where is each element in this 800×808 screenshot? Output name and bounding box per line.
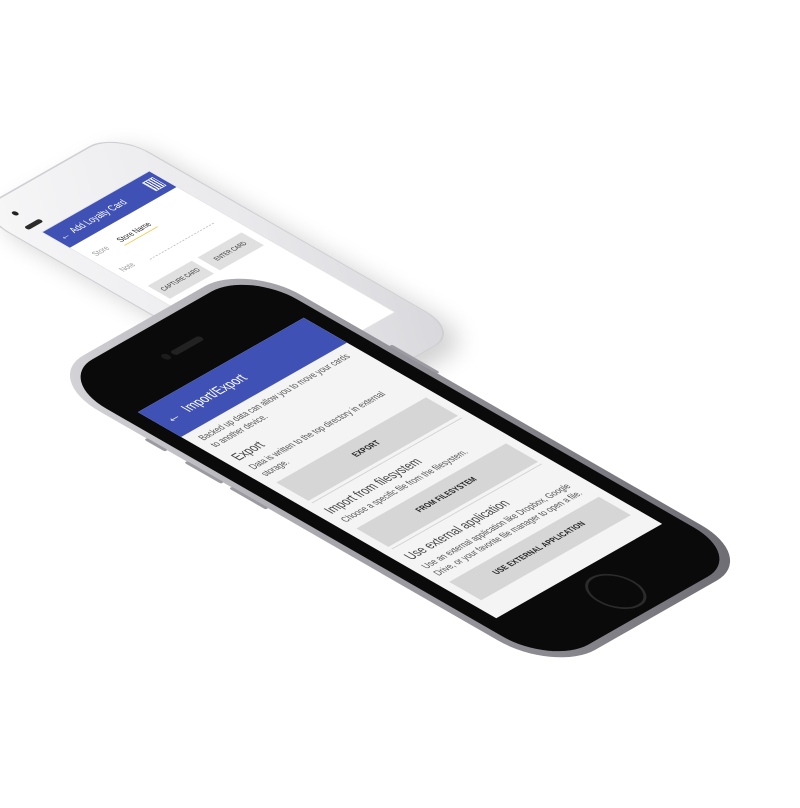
home-button[interactable]	[573, 566, 659, 616]
front-phone-screen: ← Import/Export Backed up data can allow…	[137, 317, 663, 619]
front-speaker	[169, 335, 205, 356]
front-camera	[159, 352, 173, 361]
front-phone: ← Import/Export Backed up data can allow…	[42, 263, 758, 673]
front-phone-bezel: ← Import/Export Backed up data can allow…	[56, 270, 744, 666]
front-phone-wrap: ← Import/Export Backed up data can allow…	[0, 0, 800, 808]
